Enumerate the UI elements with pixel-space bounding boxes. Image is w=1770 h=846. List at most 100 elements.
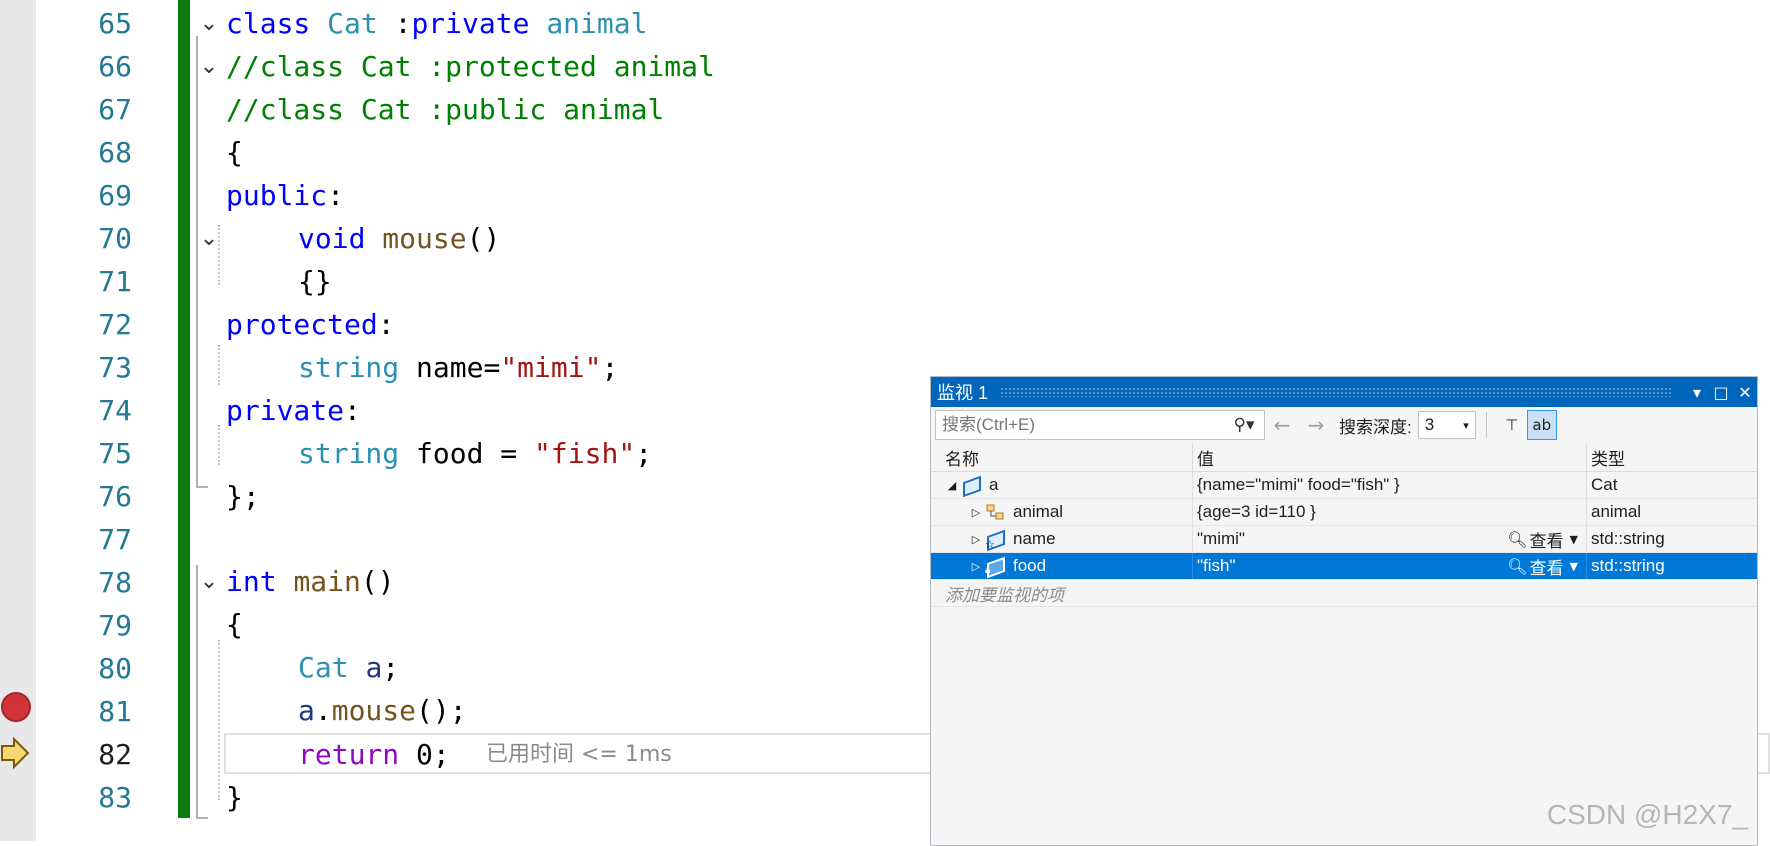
visualizer-button[interactable]: 🔍︎ 查看 ▼ [1507, 554, 1578, 579]
punct: ; [432, 738, 450, 771]
line-number: 72 [98, 308, 132, 341]
watch-column-header: 名称 值 类型 [931, 443, 1757, 472]
row-value[interactable]: {name="mimi" food="fish" } [1193, 472, 1587, 498]
watch-row[interactable]: ▷ animal {age=3 id=110 } animal [931, 499, 1757, 526]
line-number: 68 [98, 136, 132, 169]
code-text: name= [416, 351, 501, 384]
title-grip[interactable] [1000, 387, 1673, 397]
code-line-82[interactable]: return 0; [298, 733, 450, 776]
code-line-71[interactable]: {} [298, 260, 332, 303]
code-line-74[interactable]: private: [226, 389, 361, 432]
maximize-icon[interactable]: □ [1709, 383, 1733, 402]
visualizer-label: 查看 [1529, 531, 1564, 551]
row-name: name [1013, 529, 1056, 548]
line-number: 77 [98, 523, 132, 556]
punct: . [314, 694, 332, 727]
row-value: "mimi" [1197, 529, 1245, 548]
search-box[interactable]: ⚲▾ [935, 410, 1265, 440]
chevron-down-icon: ▾ [1463, 418, 1469, 432]
keyword: class [226, 7, 311, 40]
collapse-icon[interactable]: ◢ [943, 479, 961, 492]
code-line-69[interactable]: public: [226, 174, 344, 217]
row-name-cell: ▷ 🔒︎ food [931, 553, 1193, 579]
keyword: int [226, 565, 277, 598]
pin-icon[interactable]: ⊤ [1497, 410, 1527, 440]
search-depth-select[interactable]: 3 ▾ [1417, 411, 1476, 439]
current-statement-arrow-icon [1, 736, 30, 770]
variable: a [365, 651, 383, 684]
code-line-76[interactable]: }; [226, 475, 260, 518]
breakpoint-icon[interactable] [1, 692, 31, 722]
close-icon[interactable]: ✕ [1733, 383, 1757, 402]
expand-icon[interactable]: ▷ [967, 533, 985, 546]
string-literal: "mimi" [500, 351, 602, 384]
fold-toggle-icon[interactable]: ⌄ [196, 45, 222, 88]
type-name: Cat [327, 7, 378, 40]
add-watch-hint: 添加要监视的项 [945, 585, 1064, 605]
line-number: 80 [98, 652, 132, 685]
visualizer-button[interactable]: 🔍︎ 查看 ▼ [1507, 527, 1578, 552]
expand-icon[interactable]: ▷ [967, 560, 985, 573]
watch-row-selected[interactable]: ▷ 🔒︎ food "fish" 🔍︎ 查看 ▼ std::string [931, 553, 1757, 580]
row-name: a [989, 475, 999, 494]
watch-window: 监视 1 ▾ □ ✕ ⚲▾ ← → 搜索深度: 3 ▾ ⊤ ab 名称 值 类型… [930, 376, 1758, 846]
code-line-78[interactable]: int main() [226, 560, 395, 603]
code-line-81[interactable]: a.mouse(); [298, 689, 467, 732]
fold-toggle-icon[interactable]: ⌄ [196, 2, 222, 45]
line-number: 69 [98, 179, 132, 212]
code-line-67[interactable]: //class Cat :public animal [226, 88, 664, 131]
code-line-73[interactable]: string name="mimi"; [298, 346, 618, 389]
row-name: animal [1013, 502, 1064, 521]
column-type-header[interactable]: 类型 [1587, 443, 1757, 471]
fold-bracket [196, 36, 208, 488]
watch-toolbar: ⚲▾ ← → 搜索深度: 3 ▾ ⊤ ab [931, 407, 1757, 443]
column-value-header[interactable]: 值 [1193, 443, 1587, 471]
row-type: std::string [1591, 529, 1665, 548]
fold-toggle-icon[interactable]: ⌄ [196, 560, 222, 603]
code-line-72[interactable]: protected: [226, 303, 395, 346]
watermark: CSDN @H2X7_ [1546, 799, 1748, 830]
keyword: private [226, 394, 345, 427]
line-number: 75 [98, 437, 132, 470]
line-number: 67 [98, 93, 132, 126]
keyword: void [298, 222, 366, 255]
code-line-66[interactable]: //class Cat :protected animal [226, 45, 715, 88]
code-line-70[interactable]: void mouse() [298, 217, 500, 260]
code-line-65[interactable]: class Cat :private animal [226, 2, 647, 45]
search-input[interactable] [936, 414, 1224, 436]
protected-field-icon: ☆ [985, 529, 1007, 552]
row-value-cell[interactable]: "fish" 🔍︎ 查看 ▼ [1193, 553, 1587, 579]
code-line-68[interactable]: { [226, 131, 243, 174]
window-menu-dropdown-icon[interactable]: ▾ [1685, 383, 1709, 402]
row-value[interactable]: {age=3 id=110 } [1193, 499, 1587, 525]
code-line-75[interactable]: string food = "fish"; [298, 432, 652, 475]
search-forward-arrow-icon[interactable]: → [1299, 413, 1333, 437]
watch-row[interactable]: ▷ ☆ name "mimi" 🔍︎ 查看 ▼ std::string [931, 526, 1757, 553]
row-value: "fish" [1197, 556, 1236, 575]
type-name: Cat [298, 651, 349, 684]
code-line-79[interactable]: { [226, 603, 243, 646]
watch-title: 监视 1 [937, 383, 989, 403]
column-name-header[interactable]: 名称 [931, 443, 1193, 471]
variable: a [298, 694, 315, 727]
private-field-icon: 🔒︎ [985, 556, 1007, 579]
punct: : [327, 179, 345, 212]
watch-row[interactable]: ◢ a {name="mimi" food="fish" } Cat [931, 472, 1757, 499]
view-as-text-icon[interactable]: ab [1526, 410, 1557, 440]
search-icon[interactable]: ⚲▾ [1224, 415, 1264, 435]
line-number: 71 [98, 265, 132, 298]
indent-guide [218, 640, 220, 800]
add-watch-row[interactable]: 添加要监视的项 [931, 580, 1757, 607]
row-value-cell[interactable]: "mimi" 🔍︎ 查看 ▼ [1193, 526, 1587, 552]
base-class-icon [985, 503, 1007, 521]
search-depth-label: 搜索深度: [1339, 417, 1412, 437]
search-back-arrow-icon[interactable]: ← [1265, 413, 1299, 437]
punct: ; [601, 351, 619, 384]
code-line-80[interactable]: Cat a; [298, 646, 399, 689]
code-line-83[interactable]: } [226, 776, 243, 819]
expand-icon[interactable]: ▷ [967, 506, 985, 519]
fold-toggle-icon[interactable]: ⌄ [196, 217, 222, 260]
watch-title-bar[interactable]: 监视 1 ▾ □ ✕ [931, 377, 1757, 407]
type-name: string [298, 351, 400, 384]
punct: : [377, 7, 412, 40]
